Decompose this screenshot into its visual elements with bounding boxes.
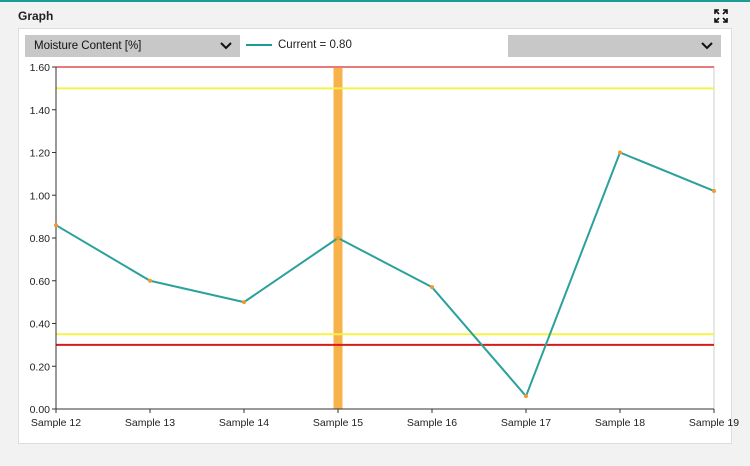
x-tick-label: Sample 12 — [31, 417, 81, 429]
y-tick-label: 0.40 — [30, 319, 51, 331]
x-tick-label: Sample 19 — [689, 417, 739, 429]
data-point — [430, 285, 434, 290]
secondary-select[interactable] — [508, 35, 721, 57]
data-point — [148, 278, 152, 283]
x-tick-label: Sample 18 — [595, 417, 645, 429]
data-point — [618, 150, 622, 155]
x-tick-label: Sample 14 — [219, 417, 269, 429]
chart-legend: Current = 0.80 — [246, 37, 352, 53]
line-chart: 0.00 0.20 0.40 0.60 0.80 1.00 1.20 1.40 1.60 Samp… — [30, 62, 740, 429]
data-point — [336, 236, 340, 240]
data-point — [54, 223, 58, 228]
y-tick-label: 0.60 — [30, 276, 51, 288]
measure-select-value: Moisture Content [%] — [34, 40, 142, 52]
chevron-down-icon — [701, 42, 713, 50]
series-line — [55, 151, 715, 398]
x-tick-label: Sample 13 — [125, 417, 175, 429]
y-tick-label: 0.80 — [30, 233, 51, 245]
y-tick-label: 1.00 — [30, 190, 51, 202]
y-tick-label: 1.40 — [30, 105, 51, 117]
x-tick-label: Sample 15 — [313, 417, 363, 429]
data-point — [242, 300, 246, 305]
y-tick-label: 1.60 — [30, 62, 51, 74]
y-tick-label: 1.20 — [30, 148, 51, 160]
data-point — [524, 394, 528, 399]
plot-area-border — [55, 66, 715, 410]
y-tick-label: 0.00 — [30, 404, 51, 416]
chevron-down-icon — [220, 42, 232, 50]
legend-swatch — [246, 44, 272, 46]
y-tick-label: 0.20 — [30, 361, 51, 373]
data-point — [712, 188, 716, 193]
measure-select[interactable]: Moisture Content [%] — [25, 35, 240, 57]
legend-current-label: Current = 0.80 — [278, 39, 352, 51]
x-tick-label: Sample 17 — [501, 417, 551, 429]
x-tick-label: Sample 16 — [407, 417, 457, 429]
